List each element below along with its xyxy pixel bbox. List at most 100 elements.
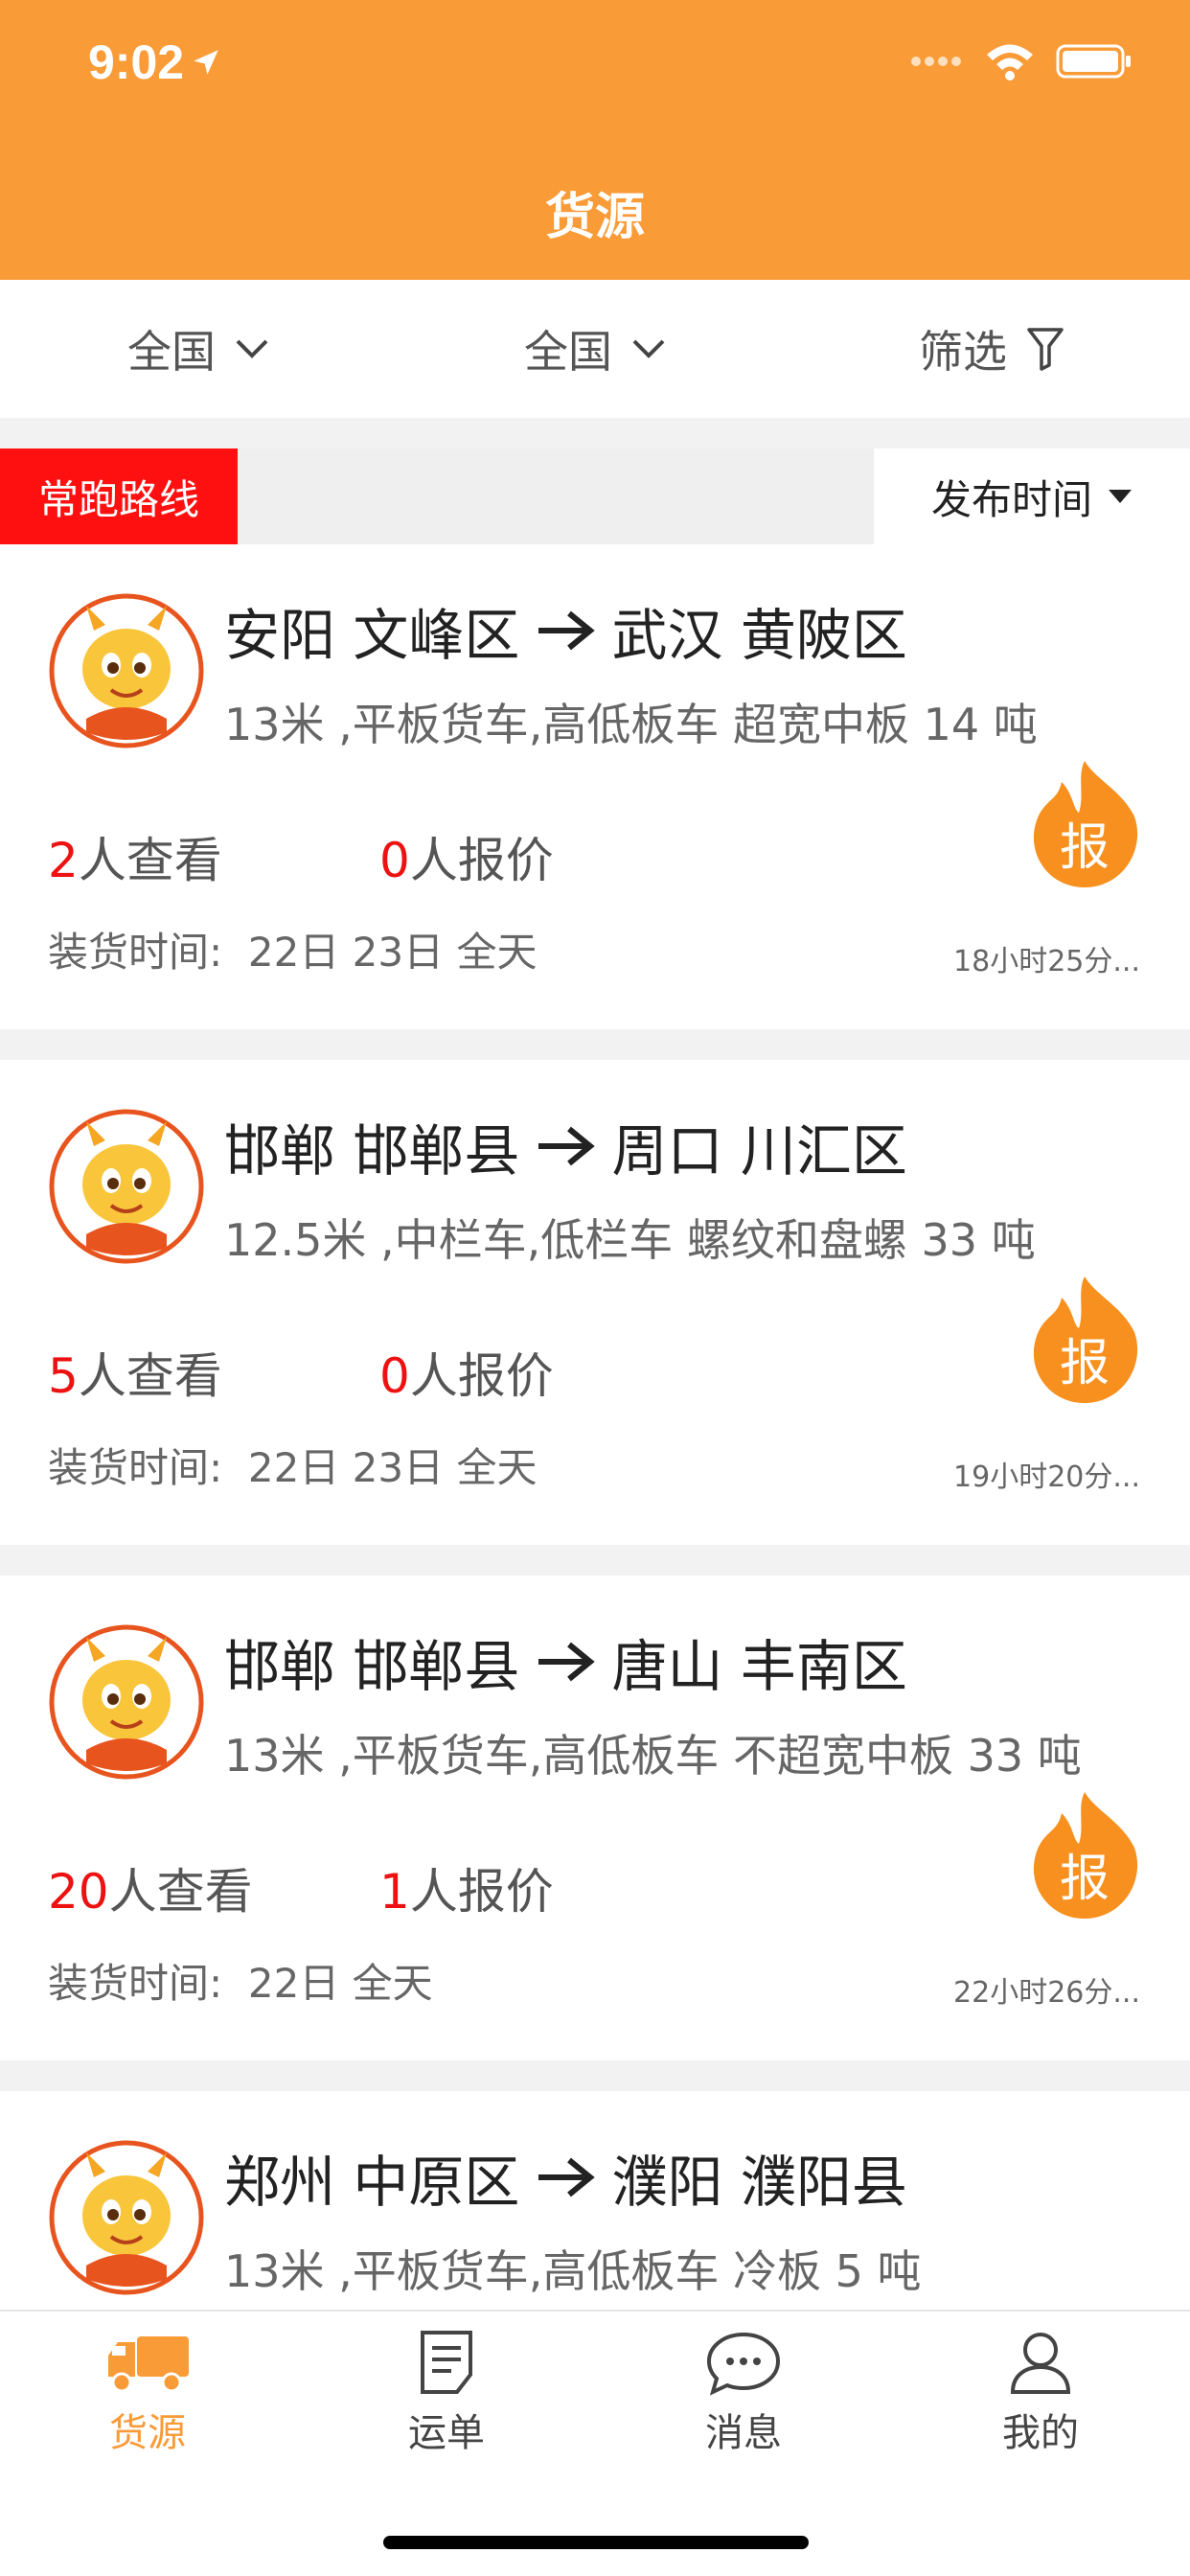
load-time-value: 22日 23日 全天 — [247, 1444, 538, 1491]
route: 邯郸 邯郸县 周口 川汇区 — [224, 1106, 907, 1186]
dragon-mascot-avatar — [49, 2140, 204, 2295]
arrow-right-icon — [538, 610, 596, 651]
view-count-number: 2 — [48, 833, 79, 888]
tab-messages[interactable]: 消息 — [657, 2329, 830, 2457]
location-arrow-icon — [194, 50, 218, 75]
signal-icon — [911, 57, 961, 66]
filter-destination[interactable]: 全国 — [397, 317, 793, 380]
quote-count-suffix: 人报价 — [409, 833, 554, 888]
arrow-right-icon — [538, 1126, 596, 1166]
tab-cargo[interactable]: 货源 — [61, 2329, 234, 2457]
tab-waybill-label: 运单 — [408, 2411, 485, 2455]
cargo-list: 安阳 文峰区 武汉 黄陂区 13米 ,平板货车,高低板车 超宽中板 14 吨 2… — [0, 544, 1190, 2576]
sort-label: 发布时间 — [930, 475, 1092, 523]
screen: 9:02 货源 全国 全国 筛选 常跑路线 发布时间 安阳 文峰区 武汉 黄陂区… — [0, 0, 1190, 2576]
view-count-number: 20 — [48, 1864, 109, 1920]
filter-icon — [1027, 328, 1064, 371]
status-time: 9:02 — [88, 34, 222, 90]
cargo-spec: 12.5米 ,中栏车,低栏车 螺纹和盘螺 33 吨 — [224, 1214, 1036, 1266]
cargo-card[interactable]: 邯郸 邯郸县 周口 川汇区 12.5米 ,中栏车,低栏车 螺纹和盘螺 33 吨 … — [0, 1060, 1190, 1545]
load-time-label: 装货时间: — [48, 1444, 223, 1491]
chevron-down-icon — [236, 339, 268, 358]
destination: 周口 川汇区 — [611, 1118, 907, 1184]
load-time-label: 装货时间: — [48, 929, 223, 976]
tab-waybill[interactable]: 运单 — [360, 2329, 533, 2457]
cargo-spec: 13米 ,平板货车,高低板车 冷板 5 吨 — [224, 2245, 922, 2297]
caret-down-icon — [1109, 490, 1132, 503]
filter-more[interactable]: 筛选 — [793, 317, 1190, 380]
cargo-card[interactable]: 邯郸 邯郸县 唐山 丰南区 13米 ,平板货车,高低板车 不超宽中板 33 吨 … — [0, 1576, 1190, 2060]
filter-bar: 全国 全国 筛选 — [0, 280, 1190, 418]
header: 9:02 货源 — [0, 0, 1190, 280]
page-title: 货源 — [544, 189, 645, 246]
tab-cargo-label: 货源 — [109, 2411, 186, 2455]
view-count-suffix: 人查看 — [78, 833, 222, 888]
quote-count: 0人报价 — [379, 1338, 554, 1407]
arrow-right-icon — [538, 1642, 596, 1682]
status-time-text: 9:02 — [88, 35, 185, 89]
route: 安阳 文峰区 武汉 黄陂区 — [224, 590, 907, 671]
quote-badge-text: 报 — [1060, 819, 1110, 877]
filter-origin[interactable]: 全国 — [0, 317, 397, 380]
status-indicators — [910, 42, 1133, 80]
view-count-suffix: 人查看 — [78, 1348, 222, 1404]
cargo-card[interactable]: 安阳 文峰区 武汉 黄陂区 13米 ,平板货车,高低板车 超宽中板 14 吨 2… — [0, 544, 1190, 1029]
destination: 濮阳 濮阳县 — [611, 2150, 907, 2215]
origin: 邯郸 邯郸县 — [224, 1634, 520, 1699]
view-count: 5人查看 — [48, 1338, 222, 1407]
quote-badge-text: 报 — [1060, 1335, 1110, 1392]
quote-count-number: 0 — [379, 1348, 410, 1404]
quote-flame-button[interactable]: 报 — [1029, 1788, 1140, 1922]
route: 邯郸 邯郸县 唐山 丰南区 — [224, 1622, 907, 1702]
quote-flame-button[interactable]: 报 — [1029, 757, 1140, 891]
truck-icon — [108, 2336, 189, 2393]
cargo-spec: 13米 ,平板货车,高低板车 超宽中板 14 吨 — [224, 699, 1038, 750]
view-count-number: 5 — [48, 1348, 79, 1404]
battery-icon — [1056, 44, 1131, 79]
sort-publish-time-button[interactable]: 发布时间 — [874, 448, 1190, 544]
chat-bubble-icon — [706, 2332, 781, 2396]
quote-badge-text: 报 — [1060, 1851, 1110, 1908]
filter-origin-label: 全国 — [127, 326, 216, 378]
dragon-mascot-avatar — [49, 593, 204, 748]
destination: 武汉 黄陂区 — [611, 603, 907, 668]
load-time: 装货时间: 22日 全天 — [48, 1951, 433, 2010]
chevron-down-icon — [632, 339, 665, 358]
document-icon — [421, 2331, 472, 2394]
arrow-right-icon — [538, 2157, 596, 2197]
quote-count-suffix: 人报价 — [409, 1864, 554, 1920]
quote-count: 0人报价 — [379, 822, 554, 891]
quote-count: 1人报价 — [379, 1853, 554, 1922]
wifi-icon — [987, 44, 1033, 80]
load-time-value: 22日 23日 全天 — [247, 929, 538, 976]
view-count: 20人查看 — [48, 1853, 253, 1922]
quote-flame-button[interactable]: 报 — [1029, 1273, 1140, 1407]
load-time-label: 装货时间: — [48, 1960, 223, 2007]
tab-profile[interactable]: 我的 — [954, 2329, 1127, 2457]
home-indicator — [383, 2536, 809, 2549]
person-icon — [1010, 2333, 1071, 2394]
load-time: 装货时间: 22日 23日 全天 — [48, 1436, 537, 1494]
tab-messages-label: 消息 — [705, 2411, 782, 2455]
posted-ago: 22小时26分... — [953, 1976, 1140, 2010]
destination: 唐山 丰南区 — [611, 1634, 907, 1699]
quote-count-suffix: 人报价 — [409, 1348, 554, 1404]
filter-more-label: 筛选 — [919, 326, 1007, 378]
dragon-mascot-avatar — [49, 1624, 204, 1780]
posted-ago: 19小时20分... — [953, 1460, 1140, 1494]
sort-bar: 常跑路线 发布时间 — [0, 448, 1190, 544]
filter-destination-label: 全国 — [524, 326, 612, 378]
origin: 安阳 文峰区 — [224, 603, 520, 668]
cargo-spec: 13米 ,平板货车,高低板车 不超宽中板 33 吨 — [224, 1730, 1082, 1782]
origin: 邯郸 邯郸县 — [224, 1118, 520, 1184]
posted-ago: 18小时25分... — [953, 945, 1140, 978]
tab-profile-label: 我的 — [1002, 2411, 1079, 2455]
origin: 郑州 中原区 — [224, 2150, 520, 2215]
view-count: 2人查看 — [48, 822, 222, 891]
dragon-mascot-avatar — [49, 1109, 204, 1264]
load-time: 装货时间: 22日 23日 全天 — [48, 920, 537, 978]
quote-count-number: 0 — [379, 833, 410, 888]
load-time-value: 22日 全天 — [247, 1960, 433, 2007]
frequent-route-tag[interactable]: 常跑路线 — [0, 448, 238, 544]
view-count-suffix: 人查看 — [108, 1864, 253, 1920]
